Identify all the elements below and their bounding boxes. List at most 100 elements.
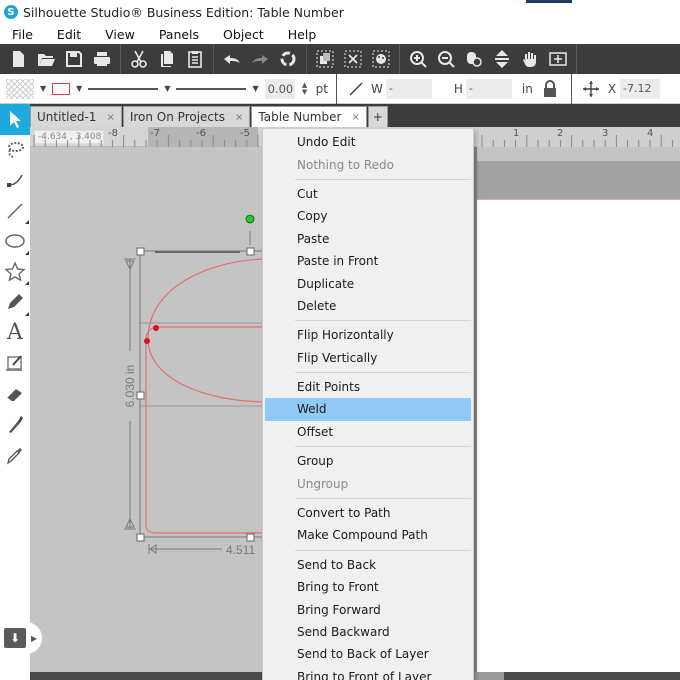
text-tool[interactable]: A [0, 318, 30, 349]
ellipse-shape[interactable] [147, 258, 271, 403]
menu-item-group[interactable]: Group [263, 450, 473, 472]
menu-help[interactable]: Help [276, 27, 329, 42]
zoom-fit-icon[interactable] [544, 46, 572, 72]
cut-icon[interactable] [125, 46, 153, 72]
height-label: H [453, 81, 463, 96]
point-edit-tool[interactable] [0, 135, 30, 166]
line-color-swatch[interactable] [52, 82, 71, 95]
line-tool-icon[interactable] [347, 80, 365, 98]
new-document-icon[interactable] [4, 46, 32, 72]
x-position-input[interactable]: -7.12 [620, 78, 661, 99]
close-icon[interactable]: × [235, 112, 243, 123]
rectangle-shape[interactable] [145, 326, 270, 534]
menu-item-send-to-back[interactable]: Send to Back [263, 554, 473, 576]
ellipse-icon [4, 230, 26, 252]
resize-handle[interactable] [246, 533, 255, 542]
menu-view[interactable]: View [93, 27, 147, 42]
resize-handle[interactable] [136, 391, 145, 400]
menu-item-make-compound-path[interactable]: Make Compound Path [263, 524, 473, 546]
ellipse-tool[interactable] [0, 226, 30, 257]
knife-tool[interactable] [0, 409, 30, 440]
intersection-point[interactable] [144, 338, 150, 344]
print-icon[interactable] [88, 46, 116, 72]
line-color-dropdown-arrow-icon[interactable]: ▼ [76, 84, 82, 93]
undo-icon[interactable] [218, 46, 246, 72]
tool-strip: A [0, 104, 30, 680]
sketch-tool[interactable] [0, 348, 30, 379]
menu-item-flip-horizontally[interactable]: Flip Horizontally [263, 324, 473, 346]
menu-item-bring-to-front-of-layer[interactable]: Bring to Front of Layer [263, 666, 473, 680]
draw-tool[interactable] [0, 287, 30, 318]
menu-item-weld[interactable]: Weld [265, 398, 471, 421]
close-icon[interactable]: × [351, 112, 359, 123]
save-icon[interactable] [60, 46, 88, 72]
zoom-in-icon[interactable] [404, 46, 432, 72]
edit-select-icon[interactable] [367, 46, 395, 72]
zoom-out-icon[interactable] [432, 46, 460, 72]
redo-icon[interactable] [246, 46, 274, 72]
menu-file[interactable]: File [0, 27, 45, 42]
fill-dropdown-arrow-icon[interactable]: ▼ [40, 84, 46, 93]
menu-item-paste-in-front[interactable]: Paste in Front [263, 250, 473, 272]
menu-object[interactable]: Object [211, 27, 276, 42]
line-end-selector[interactable] [176, 87, 247, 90]
menu-item-send-backward[interactable]: Send Backward [263, 621, 473, 643]
polygon-tool[interactable] [0, 257, 30, 288]
add-tab-button[interactable]: + [367, 106, 388, 127]
menu-item-undo-edit[interactable]: Undo Edit [263, 131, 473, 153]
deselect-icon[interactable] [339, 46, 367, 72]
submenu-corner-icon [25, 311, 29, 316]
menu-edit[interactable]: Edit [45, 27, 93, 42]
copy-icon[interactable] [153, 46, 181, 72]
fill-color-swatch[interactable] [6, 78, 34, 99]
menu-item-offset[interactable]: Offset [263, 421, 473, 443]
lock-aspect-icon[interactable] [543, 79, 557, 98]
submenu-corner-icon [25, 220, 29, 224]
line-width-unit: pt [315, 81, 328, 96]
menu-item-edit-points[interactable]: Edit Points [263, 376, 473, 398]
tab-iron-on-projects[interactable]: Iron On Projects × [122, 106, 251, 127]
menu-item-cut[interactable]: Cut [263, 183, 473, 205]
pan-hand-icon[interactable] [516, 46, 544, 72]
scrollbar-thumb[interactable] [474, 672, 504, 680]
intersection-point[interactable] [153, 325, 159, 331]
refresh-icon[interactable] [274, 46, 302, 72]
line-width-spinner[interactable]: ▲ ▼ [300, 81, 310, 96]
paste-icon[interactable] [181, 46, 209, 72]
menu-item-delete[interactable]: Delete [263, 295, 473, 317]
menu-item-paste[interactable]: Paste [263, 228, 473, 250]
menu-item-bring-forward[interactable]: Bring Forward [263, 598, 473, 620]
menu-item-send-to-back-of-layer[interactable]: Send to Back of Layer [263, 643, 473, 665]
rotate-handle[interactable] [245, 214, 255, 224]
menu-item-duplicate[interactable]: Duplicate [263, 272, 473, 294]
select-tool[interactable] [0, 104, 30, 135]
menu-item-bring-to-front[interactable]: Bring to Front [263, 576, 473, 598]
resize-handle[interactable] [136, 533, 145, 542]
zoom-select-icon[interactable] [460, 46, 488, 72]
curve-tool[interactable] [0, 165, 30, 196]
line-style-dropdown-arrow-icon[interactable]: ▼ [164, 84, 170, 93]
open-folder-icon[interactable] [32, 46, 60, 72]
move-icon[interactable] [582, 80, 600, 98]
menu-item-convert-to-path[interactable]: Convert to Path [263, 502, 473, 524]
close-icon[interactable]: × [106, 112, 114, 123]
tab-untitled-1[interactable]: Untitled-1 × [30, 106, 122, 127]
fit-to-page-icon[interactable] [488, 46, 516, 72]
line-tool[interactable] [0, 196, 30, 227]
height-input[interactable]: - [465, 78, 512, 99]
line-width-input[interactable]: 0.00 [264, 78, 295, 99]
menu-panels[interactable]: Panels [147, 27, 211, 42]
tab-table-number[interactable]: Table Number × [251, 106, 367, 127]
width-input[interactable]: - [385, 78, 432, 99]
menu-item-copy[interactable]: Copy [263, 205, 473, 227]
line-end-dropdown-arrow-icon[interactable]: ▼ [252, 84, 258, 93]
library-toggle-button[interactable]: ⬇ ▶ [2, 622, 42, 654]
menu-item-flip-vertically[interactable]: Flip Vertically [263, 347, 473, 369]
resize-handle[interactable] [136, 247, 145, 256]
line-style-selector[interactable] [88, 87, 159, 90]
resize-handle[interactable] [246, 247, 255, 256]
eraser-tool[interactable] [0, 379, 30, 410]
eyedropper-tool[interactable] [0, 440, 30, 471]
select-all-icon[interactable] [311, 46, 339, 72]
menu-bar: File Edit View Panels Object Help [0, 24, 680, 44]
